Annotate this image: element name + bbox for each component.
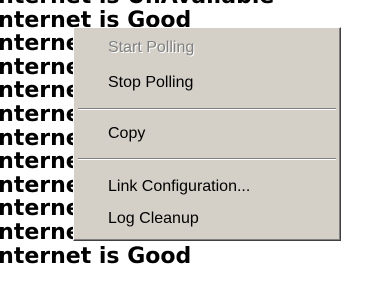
menu-separator [78,108,336,110]
menu-item-stop-polling[interactable]: Stop Polling [108,70,193,96]
menu-separator [78,158,336,160]
screen: Internet is UnAvailable Internet is Good… [0,0,374,297]
log-line: Internet is Good [0,243,192,269]
context-menu: Start Polling Stop Polling Copy Link Con… [73,27,341,241]
menu-item-link-configuration[interactable]: Link Configuration... [108,174,250,200]
menu-item-copy[interactable]: Copy [108,121,145,147]
menu-item-start-polling[interactable]: Start Polling [108,35,194,61]
menu-item-log-cleanup[interactable]: Log Cleanup [108,206,199,232]
